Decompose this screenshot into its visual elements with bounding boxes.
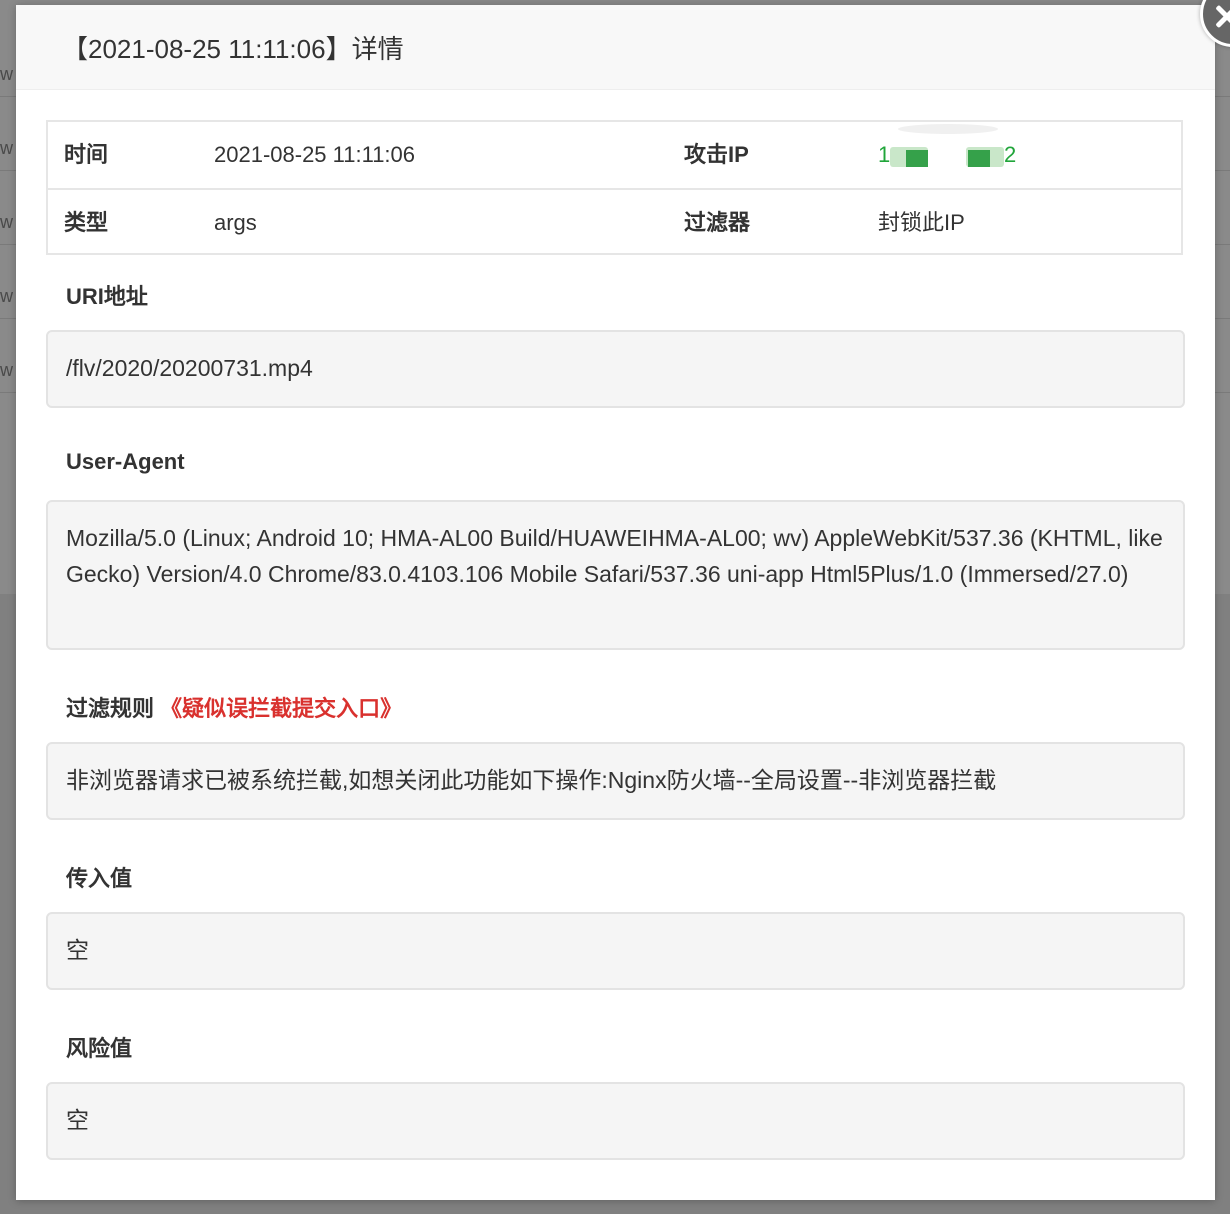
filter-rule-value: 非浏览器请求已被系统拦截,如想关闭此功能如下操作:Nginx防火墙--全局设置-… bbox=[66, 767, 997, 793]
filter-label: 过滤器 bbox=[684, 210, 751, 235]
user-agent-box: Mozilla/5.0 (Linux; Android 10; HMA-AL00… bbox=[46, 500, 1185, 650]
modal-header: 【2021-08-25 11:11:06】详情 bbox=[16, 5, 1215, 90]
user-agent-label: User-Agent bbox=[66, 449, 185, 474]
info-row-time: 时间 2021-08-25 11:11:06 攻击IP 1 2 bbox=[48, 122, 1183, 190]
redaction-mark bbox=[898, 124, 998, 134]
time-label: 时间 bbox=[64, 142, 109, 167]
uri-value: /flv/2020/20200731.mp4 bbox=[66, 355, 313, 381]
input-value-box: 空 bbox=[46, 912, 1185, 990]
attack-ip-end: 2 bbox=[1004, 142, 1017, 167]
input-value: 空 bbox=[66, 937, 89, 963]
type-label: 类型 bbox=[64, 210, 109, 235]
redaction-mark bbox=[968, 150, 990, 167]
filter-rule-label: 过滤规则 《疑似误拦截提交入口》 bbox=[66, 691, 402, 723]
risk-value: 空 bbox=[66, 1107, 89, 1133]
backdrop-row-text: w bbox=[0, 212, 13, 232]
risk-value-label: 风险值 bbox=[66, 1036, 133, 1061]
attack-ip-start: 1 bbox=[878, 142, 891, 167]
filter-value: 封锁此IP bbox=[878, 210, 965, 235]
modal-title: 【2021-08-25 11:11:06】详情 bbox=[62, 34, 404, 64]
uri-label: URI地址 bbox=[66, 284, 148, 309]
redaction-mark bbox=[906, 150, 928, 167]
backdrop-row-text: w bbox=[0, 360, 13, 380]
backdrop-row-text: w bbox=[0, 138, 13, 158]
info-row-type: 类型 args 过滤器 封锁此IP bbox=[48, 190, 1183, 256]
info-table: 时间 2021-08-25 11:11:06 攻击IP 1 2 类型 args … bbox=[46, 120, 1183, 255]
attack-ip-value: 1 2 bbox=[878, 122, 1038, 188]
false-positive-report-link[interactable]: 《疑似误拦截提交入口》 bbox=[160, 696, 402, 721]
user-agent-value: Mozilla/5.0 (Linux; Android 10; HMA-AL00… bbox=[66, 525, 1163, 587]
backdrop-row-text: w bbox=[0, 286, 13, 306]
filter-rule-box: 非浏览器请求已被系统拦截,如想关闭此功能如下操作:Nginx防火墙--全局设置-… bbox=[46, 742, 1185, 820]
risk-value-box: 空 bbox=[46, 1082, 1185, 1160]
attack-ip-label: 攻击IP bbox=[684, 142, 749, 167]
type-value: args bbox=[214, 210, 257, 235]
input-value-label: 传入值 bbox=[66, 866, 133, 891]
time-value: 2021-08-25 11:11:06 bbox=[214, 142, 416, 167]
detail-modal: 【2021-08-25 11:11:06】详情 时间 2021-08-25 11… bbox=[16, 0, 1230, 1200]
filter-rule-title: 过滤规则 bbox=[66, 696, 155, 721]
backdrop-row-text: w bbox=[0, 64, 13, 84]
uri-box: /flv/2020/20200731.mp4 bbox=[46, 330, 1185, 408]
